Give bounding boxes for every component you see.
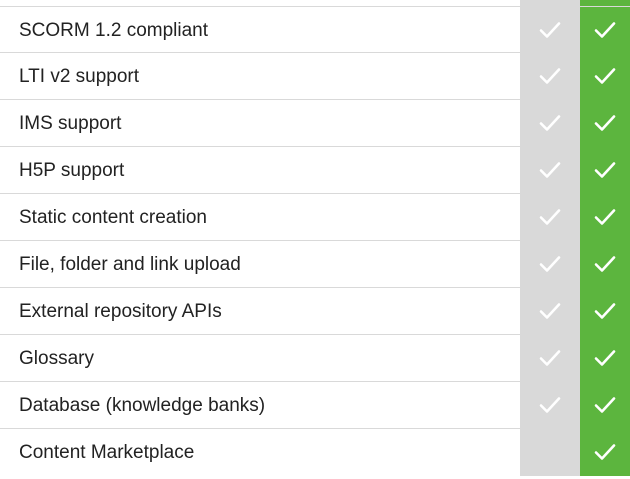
feature-label: Glossary [19, 348, 94, 369]
column-a-cell [520, 334, 580, 382]
column-a-cell [520, 193, 580, 241]
check-icon [594, 21, 616, 39]
check-icon [539, 208, 561, 226]
column-a-cell [520, 7, 580, 53]
column-b-cell [580, 193, 630, 241]
check-icon [594, 255, 616, 273]
check-icon [594, 114, 616, 132]
table-row: H5P support [0, 146, 630, 194]
feature-label: LTI v2 support [19, 66, 140, 87]
feature-label: Static content creation [19, 207, 207, 228]
feature-label: SCORM 1.2 compliant [19, 20, 209, 41]
column-b-cell [580, 7, 630, 53]
column-a-cell [520, 146, 580, 194]
column-a-cell [520, 381, 580, 429]
column-a-cell [520, 52, 580, 100]
table-row: Database (knowledge banks) [0, 381, 630, 429]
feature-label: External repository APIs [19, 301, 222, 322]
feature-comparison-table: SCORM 1.2 compliant LTI v2 support IMS sup… [0, 6, 630, 476]
column-b-cell [580, 381, 630, 429]
feature-label: H5P support [19, 160, 125, 181]
check-icon [594, 349, 616, 367]
check-icon [539, 349, 561, 367]
feature-label: File, folder and link upload [19, 254, 241, 275]
column-b-cell [580, 428, 630, 476]
feature-label: IMS support [19, 113, 122, 134]
column-a-cell [520, 99, 580, 147]
column-a-cell [520, 287, 580, 335]
check-icon [539, 161, 561, 179]
feature-label: Content Marketplace [19, 442, 195, 463]
column-b-cell [580, 52, 630, 100]
table-row: Glossary [0, 334, 630, 382]
table-row: Static content creation [0, 193, 630, 241]
check-icon [539, 396, 561, 414]
check-icon [539, 67, 561, 85]
check-icon [594, 161, 616, 179]
check-icon [594, 67, 616, 85]
column-a-cell [520, 240, 580, 288]
check-icon [539, 255, 561, 273]
column-b-cell [580, 146, 630, 194]
column-a-cell [520, 428, 580, 476]
check-icon [539, 302, 561, 320]
column-b-cell [580, 334, 630, 382]
check-icon [594, 396, 616, 414]
column-b-cell [580, 99, 630, 147]
table-row: External repository APIs [0, 287, 630, 335]
feature-label: Database (knowledge banks) [19, 395, 266, 416]
check-icon [539, 21, 561, 39]
table-row: File, folder and link upload [0, 240, 630, 288]
check-icon [594, 443, 616, 461]
column-b-cell [580, 287, 630, 335]
check-icon [594, 208, 616, 226]
check-icon [594, 302, 616, 320]
table-row: IMS support [0, 99, 630, 147]
table-row: SCORM 1.2 compliant [0, 6, 630, 53]
column-b-cell [580, 240, 630, 288]
table-row: Content Marketplace [0, 428, 630, 476]
check-icon [539, 114, 561, 132]
table-row: LTI v2 support [0, 52, 630, 100]
